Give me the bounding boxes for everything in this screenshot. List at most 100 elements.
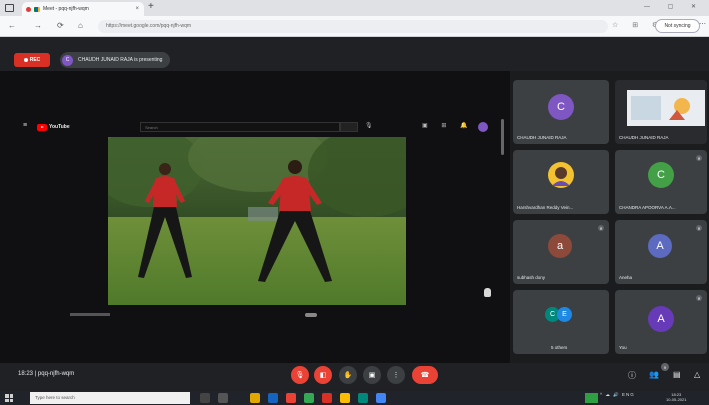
participant-name: CHAUDH JUNAID RAJA [517, 135, 567, 140]
activities-icon[interactable]: △ [694, 370, 700, 379]
video-progress-knob[interactable] [305, 313, 317, 317]
participant-tile[interactable]: ✕ A Aneha [615, 220, 707, 284]
present-button[interactable]: ▣ [363, 366, 381, 384]
more-vertical-icon: ⋮ [392, 372, 400, 379]
new-tab-button[interactable]: + [148, 1, 154, 12]
youtube-logo[interactable]: YouTube [37, 123, 70, 131]
participant-avatar: a [548, 234, 572, 258]
back-icon[interactable]: ← [8, 21, 16, 30]
participant-tile[interactable]: ✕ C CHANDRA APOORVA A.A... [615, 150, 707, 214]
youtube-logo-text: YouTube [49, 124, 70, 130]
mic-off-icon: 🎙 [295, 372, 305, 379]
taskbar-app-icon[interactable] [322, 393, 332, 403]
youtube-search-input[interactable]: Search [140, 122, 340, 132]
rec-dot-icon [23, 58, 28, 62]
mic-toggle-button[interactable]: 🎙 [291, 366, 309, 384]
youtube-header: ≡ YouTube Search 🎙 ▣ ⊞ 🔔 [20, 120, 495, 134]
people-count-badge: 9 [661, 363, 669, 371]
video-player[interactable] [108, 137, 406, 305]
clock-date: 10-05-2021 [666, 397, 687, 402]
url-input[interactable]: https://meet.google.com/pqq-njfh-wqm [98, 20, 608, 33]
browser-tab-meet[interactable]: Meet - pqq-njfh-wqm × [22, 2, 144, 16]
participant-tile[interactable]: C CHAUDH JUNAID RAJA [513, 80, 609, 144]
participant-avatar: C [648, 162, 674, 188]
youtube-mic-icon[interactable]: 🎙 [365, 122, 373, 129]
rec-label: REC [29, 57, 41, 63]
tab-close-icon[interactable]: × [135, 6, 139, 12]
chrome-icon[interactable] [340, 393, 350, 403]
browser-tab-bar: Meet - pqq-njfh-wqm × + — ▢ ✕ [0, 0, 709, 16]
self-name: You [619, 345, 627, 350]
mic-off-icon: ✕ [696, 225, 702, 231]
youtube-avatar[interactable] [478, 122, 488, 132]
youtube-menu-icon[interactable]: ≡ [23, 122, 27, 129]
youtube-scrollbar[interactable] [501, 119, 504, 155]
windows-taskbar: Type here to search ^ ☁ 🔊 ENG 18:23 10-0… [0, 391, 709, 405]
profile-button[interactable]: Not syncing [655, 19, 700, 33]
screen: Meet - pqq-njfh-wqm × + — ▢ ✕ ← → ⟳ ⌂ ht… [0, 0, 709, 405]
youtube-play-icon [37, 123, 47, 131]
others-tile[interactable]: C E 5 others [513, 290, 609, 354]
mic-off-icon: ✕ [696, 295, 702, 301]
video-frame [108, 137, 406, 305]
phone-hangup-icon: ☎ [420, 372, 430, 379]
task-view-icon[interactable] [200, 393, 210, 403]
youtube-header-icons[interactable]: ▣ ⊞ 🔔 [422, 122, 474, 129]
system-tray[interactable]: ^ ☁ 🔊 ENG [600, 392, 635, 398]
participant-name: CHANDRA APOORVA A.A... [619, 205, 676, 210]
window-menu-icon[interactable] [5, 4, 14, 12]
meeting-info: 18:23 | pqq-njfh-wqm [18, 371, 75, 377]
people-icon[interactable]: 👥 [649, 370, 659, 379]
video-meta-row [70, 313, 410, 319]
mic-off-icon: ✕ [696, 155, 702, 161]
forward-icon[interactable]: → [34, 21, 42, 30]
presenting-text: CHAUDH JUNAID RAJA is presenting [78, 57, 163, 63]
participant-tile-presenting[interactable]: CHAUDH JUNAID RAJA [615, 80, 707, 144]
window-controls[interactable]: — ▢ ✕ [644, 3, 704, 10]
mic-off-icon: ✕ [598, 225, 604, 231]
participant-avatar: C [548, 94, 574, 120]
recording-badge: REC [14, 53, 50, 67]
participant-name: subhash dony [517, 275, 546, 280]
tray-app-icon[interactable] [585, 393, 598, 403]
taskbar-search-input[interactable]: Type here to search [30, 392, 190, 404]
taskbar-clock[interactable]: 18:23 10-05-2021 [666, 392, 686, 402]
taskbar-app-icon[interactable] [358, 393, 368, 403]
taskbar-app-icon[interactable] [286, 393, 296, 403]
raise-hand-button[interactable]: ✋ [339, 366, 357, 384]
taskbar-app-icon[interactable] [376, 393, 386, 403]
participant-tile[interactable]: ✕ a subhash dony [513, 220, 609, 284]
more-icon[interactable]: ⋯ [699, 20, 706, 28]
self-tile[interactable]: ✕ A You [615, 290, 707, 354]
profile-label: Not syncing [664, 23, 691, 29]
youtube-search-button[interactable] [340, 122, 358, 132]
tab-title: Meet - pqq-njfh-wqm [43, 6, 89, 12]
taskbar-app-icon[interactable] [304, 393, 314, 403]
info-icon[interactable]: ⓘ [628, 370, 636, 381]
browser-address-bar: ← → ⟳ ⌂ https://meet.google.com/pqq-njfh… [0, 16, 709, 37]
participant-photo [548, 162, 574, 188]
chat-icon[interactable]: ▤ [673, 370, 681, 379]
participant-tile[interactable]: Harshvardhan Reddy Vein... [513, 150, 609, 214]
others-avatar: E [557, 307, 572, 322]
camera-off-icon: ◧ [319, 372, 327, 379]
presenting-banner[interactable]: C CHAUDH JUNAID RAJA is presenting [60, 52, 171, 68]
self-avatar: A [648, 306, 674, 332]
recording-dot-icon [26, 6, 31, 12]
taskbar-app-icon[interactable] [218, 393, 228, 403]
camera-toggle-button[interactable]: ◧ [314, 366, 332, 384]
presenter-avatar: C [62, 54, 73, 66]
refresh-icon[interactable]: ⟳ [57, 21, 64, 30]
hand-icon: ✋ [343, 372, 353, 379]
others-count: 5 others [551, 345, 568, 350]
more-options-button[interactable]: ⋮ [387, 366, 405, 384]
edge-icon[interactable] [268, 393, 278, 403]
leave-call-button[interactable]: ☎ [412, 366, 438, 384]
participant-name: Aneha [619, 275, 633, 280]
mouse-cursor-icon [484, 288, 491, 297]
file-explorer-icon[interactable] [250, 393, 260, 403]
presentation-thumbnail [627, 90, 705, 126]
participant-avatar: A [648, 234, 672, 258]
windows-start-icon[interactable] [5, 394, 13, 402]
home-icon[interactable]: ⌂ [78, 21, 83, 30]
